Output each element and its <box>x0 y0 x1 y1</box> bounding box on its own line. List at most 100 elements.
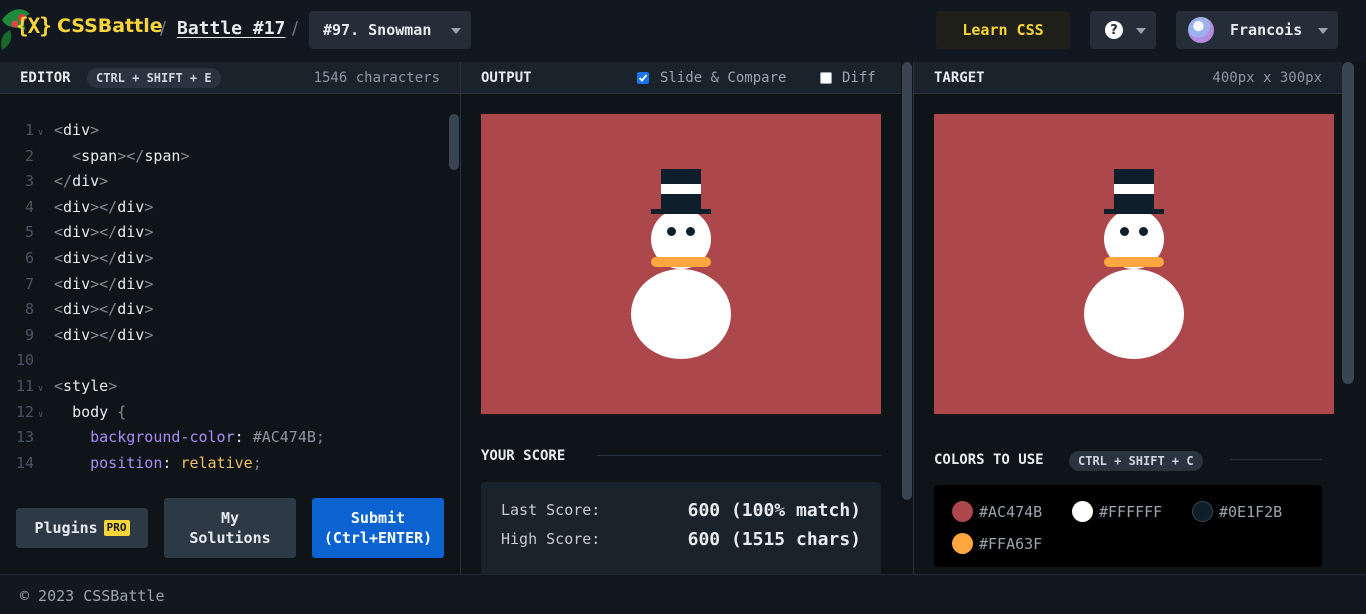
submit-label: Submit (Ctrl+ENTER) <box>323 509 433 547</box>
logo-mark: {X} <box>16 14 52 38</box>
color-swatch[interactable]: #FFFFFF <box>1072 501 1162 522</box>
snowman-eye <box>667 227 676 236</box>
line-number: 5 <box>24 223 34 242</box>
plugins-label: Plugins <box>34 519 98 537</box>
code-line[interactable]: 11 ∨ <style> <box>0 374 440 399</box>
code-line[interactable]: 10 <box>0 348 440 373</box>
last-score-label: Last Score: <box>501 501 601 519</box>
fold-chevron-icon[interactable]: ∨ <box>38 403 43 428</box>
hat-brim <box>1104 209 1164 214</box>
color-swatch[interactable]: #FFA63F <box>952 533 1042 554</box>
code-text: <div></div> <box>54 223 154 242</box>
line-number: 10 <box>15 351 34 370</box>
top-bar: {X} CSSBattle / Battle #17 / #97. Snowma… <box>0 0 1366 62</box>
color-hex-label: #FFA63F <box>979 534 1043 553</box>
user-menu-button[interactable]: Francois <box>1176 11 1338 49</box>
code-line[interactable]: 13 background-color: #AC474B; <box>0 425 440 450</box>
battle-link[interactable]: Battle #17 <box>177 18 285 39</box>
hat-band <box>1114 184 1154 194</box>
your-score-title: YOUR SCORE <box>481 448 566 464</box>
output-title: OUTPUT <box>481 70 532 86</box>
color-swatch[interactable]: #AC474B <box>952 501 1042 522</box>
avatar <box>1188 17 1214 43</box>
line-number: 4 <box>24 197 34 216</box>
code-text: <div> <box>54 121 100 139</box>
slider-drag-handle[interactable] <box>902 62 912 500</box>
code-text: <span></span> <box>72 146 190 165</box>
learn-css-label: Learn CSS <box>962 21 1044 39</box>
copyright-text: © 2023 CSSBattle <box>20 587 165 605</box>
fold-chevron-icon[interactable]: ∨ <box>38 121 43 146</box>
challenge-select[interactable]: #97. Snowman <box>309 11 471 49</box>
line-number: 3 <box>24 172 34 191</box>
code-text: <div></div> <box>54 249 154 267</box>
code-text: background-color: #AC474B; <box>90 428 325 447</box>
code-line[interactable]: 3 </div> <box>0 169 440 194</box>
code-line[interactable]: 5 <div></div> <box>0 220 440 245</box>
colors-panel: #AC474B #FFFFFF #0E1F2B #FFA63F <box>934 485 1322 567</box>
line-number: 11 <box>15 377 34 395</box>
line-number: 8 <box>24 300 34 319</box>
color-dot <box>1072 501 1093 522</box>
cssbattle-logo[interactable]: {X} CSSBattle <box>1 9 163 50</box>
diff-label[interactable]: Diff <box>842 70 876 86</box>
code-line[interactable]: 14 position: relative; <box>0 451 440 474</box>
submit-button[interactable]: Submit (Ctrl+ENTER) <box>312 498 444 558</box>
my-solutions-label: My Solutions <box>189 509 271 547</box>
color-hex-label: #FFFFFF <box>1099 502 1163 521</box>
snowman-body <box>1084 269 1184 359</box>
color-dot <box>1192 501 1213 522</box>
user-name: Francois <box>1230 21 1303 39</box>
color-hex-label: #AC474B <box>979 502 1043 521</box>
page-scrollbar[interactable] <box>1342 62 1354 384</box>
code-line[interactable]: 7 <div></div> <box>0 272 440 297</box>
line-number: 9 <box>24 325 34 344</box>
editor-scrollbar[interactable] <box>449 114 459 170</box>
plugins-button[interactable]: Plugins PRO <box>16 508 148 548</box>
line-number: 7 <box>24 274 34 293</box>
panel-divider <box>460 62 461 574</box>
code-line[interactable]: 2 <span></span> <box>0 144 440 169</box>
hat-brim <box>651 209 711 214</box>
code-line[interactable]: 4 <div></div> <box>0 195 440 220</box>
code-line[interactable]: 1 ∨ <div> <box>0 118 440 143</box>
code-line[interactable]: 9 <div></div> <box>0 323 440 348</box>
diff-checkbox[interactable] <box>820 72 832 84</box>
target-preview <box>934 114 1334 414</box>
slide-compare-label[interactable]: Slide & Compare <box>660 70 786 86</box>
line-number: 2 <box>24 146 34 165</box>
panel-divider <box>913 62 914 574</box>
snowman-eye <box>1120 227 1129 236</box>
my-solutions-button[interactable]: My Solutions <box>164 498 296 558</box>
chevron-down-icon <box>1136 28 1146 34</box>
line-number: 1 <box>24 121 34 139</box>
code-line[interactable]: 8 <div></div> <box>0 297 440 322</box>
score-panel: Last Score: 600 (100% match) High Score:… <box>481 482 881 574</box>
section-divider <box>1230 459 1322 460</box>
color-dot <box>952 501 973 522</box>
learn-css-button[interactable]: Learn CSS <box>936 11 1070 49</box>
logo-text: CSSBattle <box>56 15 163 37</box>
code-text: <div></div> <box>54 197 154 216</box>
fold-chevron-icon[interactable]: ∨ <box>38 377 43 402</box>
slide-compare-checkbox[interactable] <box>637 72 649 84</box>
code-line[interactable]: 6 <div></div> <box>0 246 440 271</box>
color-swatch[interactable]: #0E1F2B <box>1192 501 1282 522</box>
snowman-scarf <box>1104 257 1164 267</box>
help-menu-button[interactable]: ? <box>1090 11 1156 49</box>
code-text: body { <box>72 402 127 421</box>
code-editor[interactable]: 1 ∨ <div> 2 <span></span> 3 </div> 4 <div></div… <box>0 94 460 474</box>
chevron-down-icon <box>451 28 461 34</box>
line-number: 13 <box>15 428 34 447</box>
last-score-value: 600 (100% match) <box>687 500 861 521</box>
help-icon: ? <box>1105 21 1123 39</box>
target-title: TARGET <box>934 70 985 86</box>
code-text: <div></div> <box>54 274 154 293</box>
target-size: 400px x 300px <box>1212 70 1322 86</box>
challenge-select-label: #97. Snowman <box>323 21 432 39</box>
output-preview[interactable] <box>481 114 881 414</box>
colors-title: COLORS TO USE <box>934 452 1044 468</box>
pro-badge: PRO <box>103 520 130 536</box>
color-hex-label: #0E1F2B <box>1219 502 1283 521</box>
code-line[interactable]: 12 ∨ body { <box>0 400 440 425</box>
